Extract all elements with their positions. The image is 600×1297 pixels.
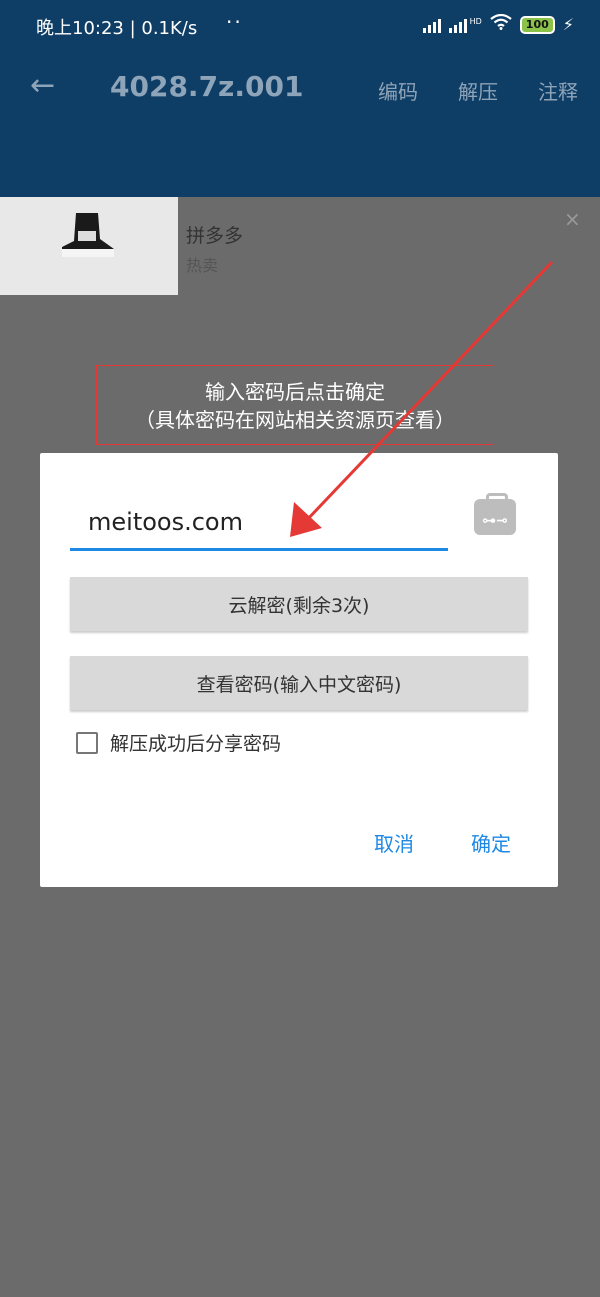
share-password-checkbox[interactable] [76,731,98,754]
ad-image[interactable] [0,197,178,295]
menu-comment[interactable]: 注释 [538,76,578,105]
wifi-icon [490,13,512,35]
signal-icon [422,17,441,33]
share-password-option[interactable]: 解压成功后分享密码 [76,729,281,756]
cancel-button[interactable]: 取消 [374,828,414,857]
toolbar: ← 4028.7z.001 编码 解压 注释 [0,52,600,124]
charging-icon: ⚡ [562,15,574,34]
archive-title: 4028.7z.001 [110,70,304,103]
app-bar: 晚上10:23 | 0.1K/s ·· HD 100 ⚡ ← 4028.7z.0… [0,0,600,197]
shoe-image [62,213,114,257]
password-dialog: ⊶⊸ 云解密(剩余3次) 查看密码(输入中文密码) 解压成功后分享密码 取消 确… [40,453,558,887]
network-label: HD [469,16,482,26]
share-password-label: 解压成功后分享密码 [110,733,282,755]
status-bar: 晚上10:23 | 0.1K/s ·· HD 100 ⚡ [0,0,600,52]
password-input[interactable] [70,495,448,551]
ad-banner[interactable]: 拼多多 热卖 × [0,197,600,297]
instruction-line-2: （具体密码在网站相关资源页查看） [135,408,455,432]
battery-icon: 100 [519,15,555,34]
cloud-decrypt-button[interactable]: 云解密(剩余3次) [70,577,528,631]
signal-hd-icon: HD [448,16,482,33]
menu-extract[interactable]: 解压 [458,76,498,105]
instruction-line-1: 输入密码后点击确定 [205,380,385,404]
status-icons: HD 100 ⚡ [422,13,574,35]
key-icon[interactable]: ⊶⊸ [474,493,516,535]
ad-title: 拼多多 [186,225,244,247]
back-arrow-icon[interactable]: ← [30,68,55,103]
view-password-button[interactable]: 查看密码(输入中文密码) [70,656,528,710]
ad-close-icon[interactable]: × [564,207,581,231]
confirm-button[interactable]: 确定 [471,828,511,857]
ad-subtitle: 热卖 [186,256,219,275]
status-dots: ·· [226,10,243,34]
menu-encoding[interactable]: 编码 [378,76,418,105]
status-time-speed: 晚上10:23 | 0.1K/s [36,18,198,39]
instruction-callout: 输入密码后点击确定 （具体密码在网站相关资源页查看） [96,365,494,445]
